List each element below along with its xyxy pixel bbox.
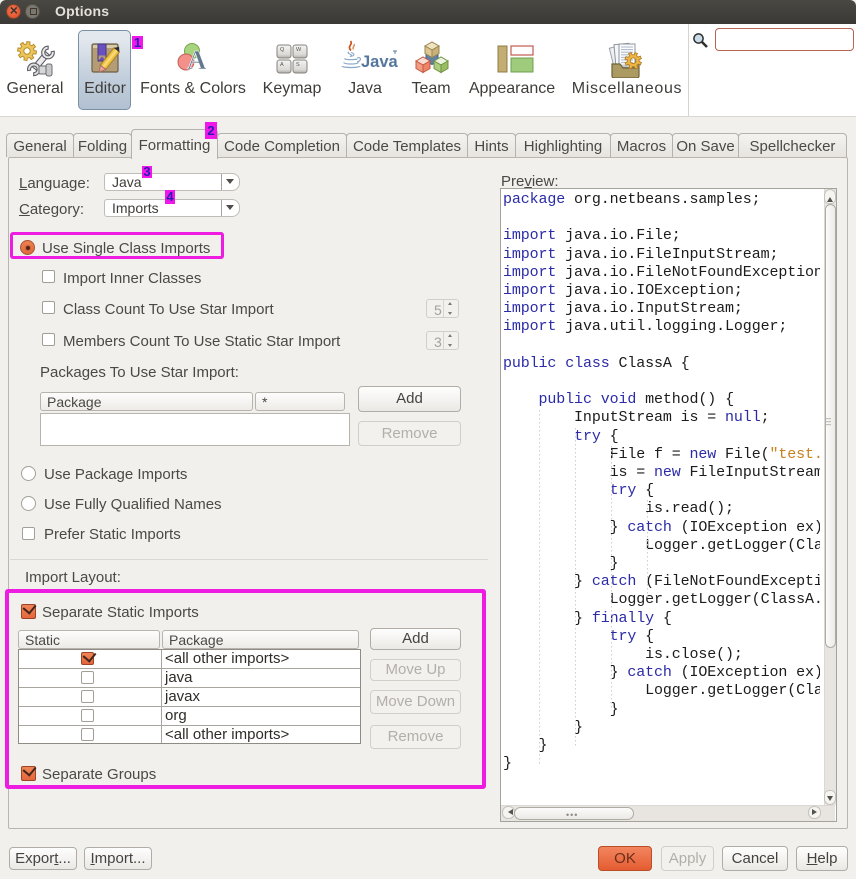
svg-text:Q: Q — [280, 47, 285, 53]
svg-text:S: S — [296, 62, 300, 68]
svg-text:A: A — [280, 62, 284, 68]
svg-text:Java: Java — [361, 53, 399, 71]
svg-text:A: A — [187, 45, 207, 74]
svg-text:W: W — [296, 47, 302, 53]
